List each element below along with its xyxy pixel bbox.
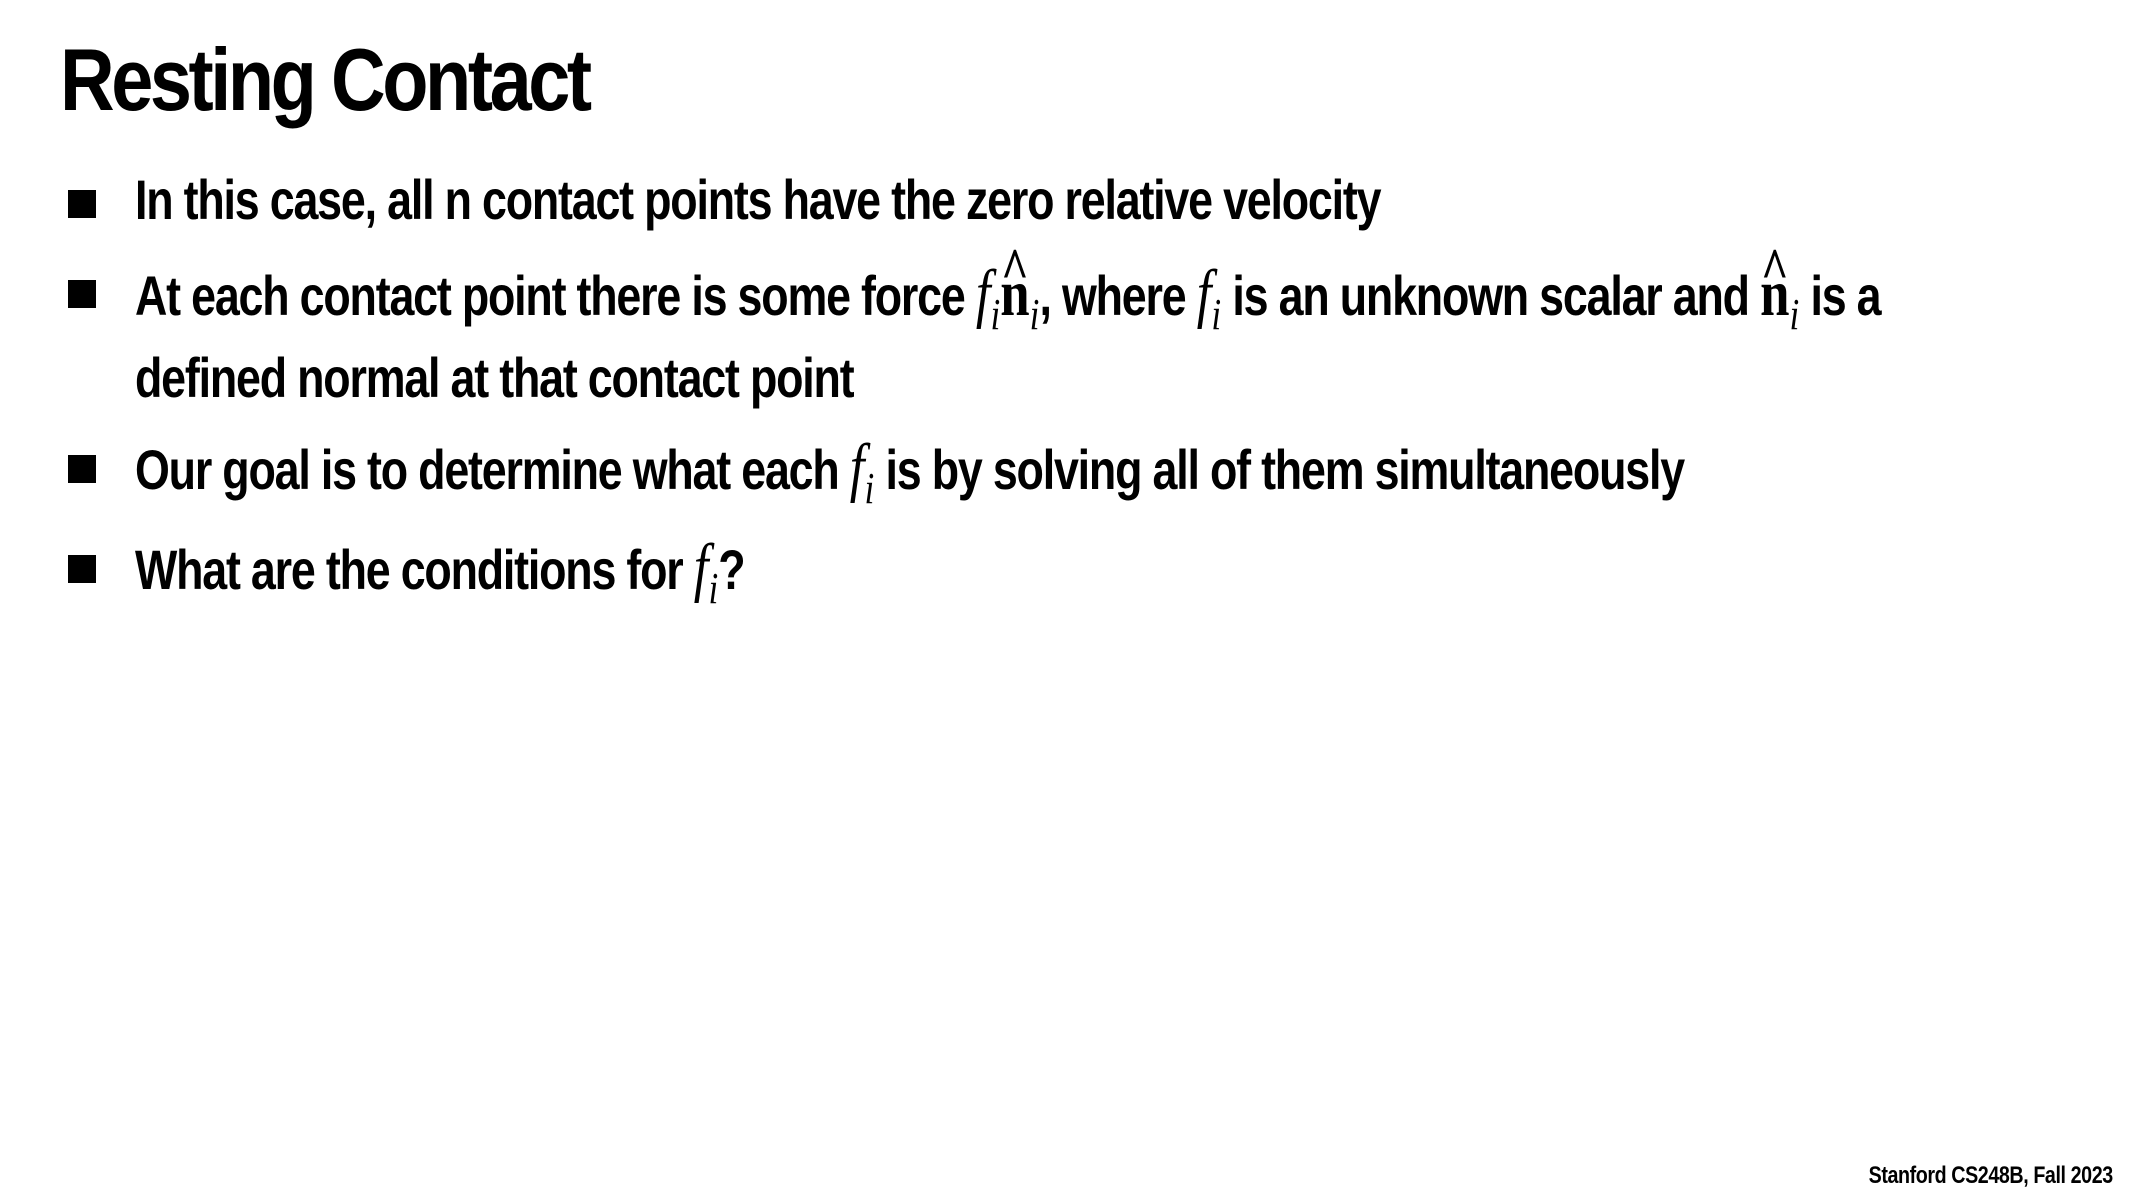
slide-footer: Stanford CS248B, Fall 2023: [1868, 1162, 2114, 1189]
math-n-hat: ^ n: [1000, 236, 1029, 336]
square-bullet-icon: [68, 555, 96, 583]
math-subscript: i: [708, 564, 719, 613]
bullet-text-segment: What are the conditions for: [135, 538, 694, 601]
math-f: f: [1196, 257, 1212, 330]
bullet-text: In this case, all n contact points have …: [135, 168, 1382, 231]
bullet-text-continuation: defined normal at that contact point: [135, 346, 855, 409]
bullet-text-segment: ?: [718, 538, 745, 601]
bullet-text-segment: is an unknown scalar and: [1221, 264, 1761, 327]
bullet-text: Our goal is to determine what each fi is…: [135, 426, 1685, 531]
math-subscript: i: [990, 290, 1001, 339]
hat-accent: ^: [1760, 236, 1789, 303]
square-bullet-icon: [68, 190, 96, 218]
math-subscript: i: [1789, 290, 1800, 339]
square-bullet-icon: [68, 455, 96, 483]
hat-accent: ^: [1001, 236, 1029, 303]
bullet-text-segment: is a: [1799, 264, 1881, 327]
math-subscript: i: [1211, 290, 1222, 339]
slide: Resting Contact In this case, all n cont…: [0, 0, 2133, 1200]
bullet-text-segment: Our goal is to determine what each: [135, 438, 850, 501]
math-f: f: [975, 257, 991, 330]
bullet-text-segment: is by solving all of them simultaneously: [874, 438, 1685, 501]
math-f: f: [849, 431, 865, 504]
slide-title: Resting Contact: [60, 30, 592, 129]
math-subscript: i: [1029, 290, 1040, 339]
math-n-hat: ^ n: [1760, 236, 1789, 336]
square-bullet-icon: [68, 280, 96, 308]
bullet-text-segment: , where: [1039, 264, 1197, 327]
math-subscript: i: [864, 464, 875, 513]
math-f: f: [693, 531, 709, 604]
bullet-text-segment: At each contact point there is some forc…: [135, 264, 976, 327]
bullet-text: What are the conditions for fi?: [135, 526, 746, 631]
